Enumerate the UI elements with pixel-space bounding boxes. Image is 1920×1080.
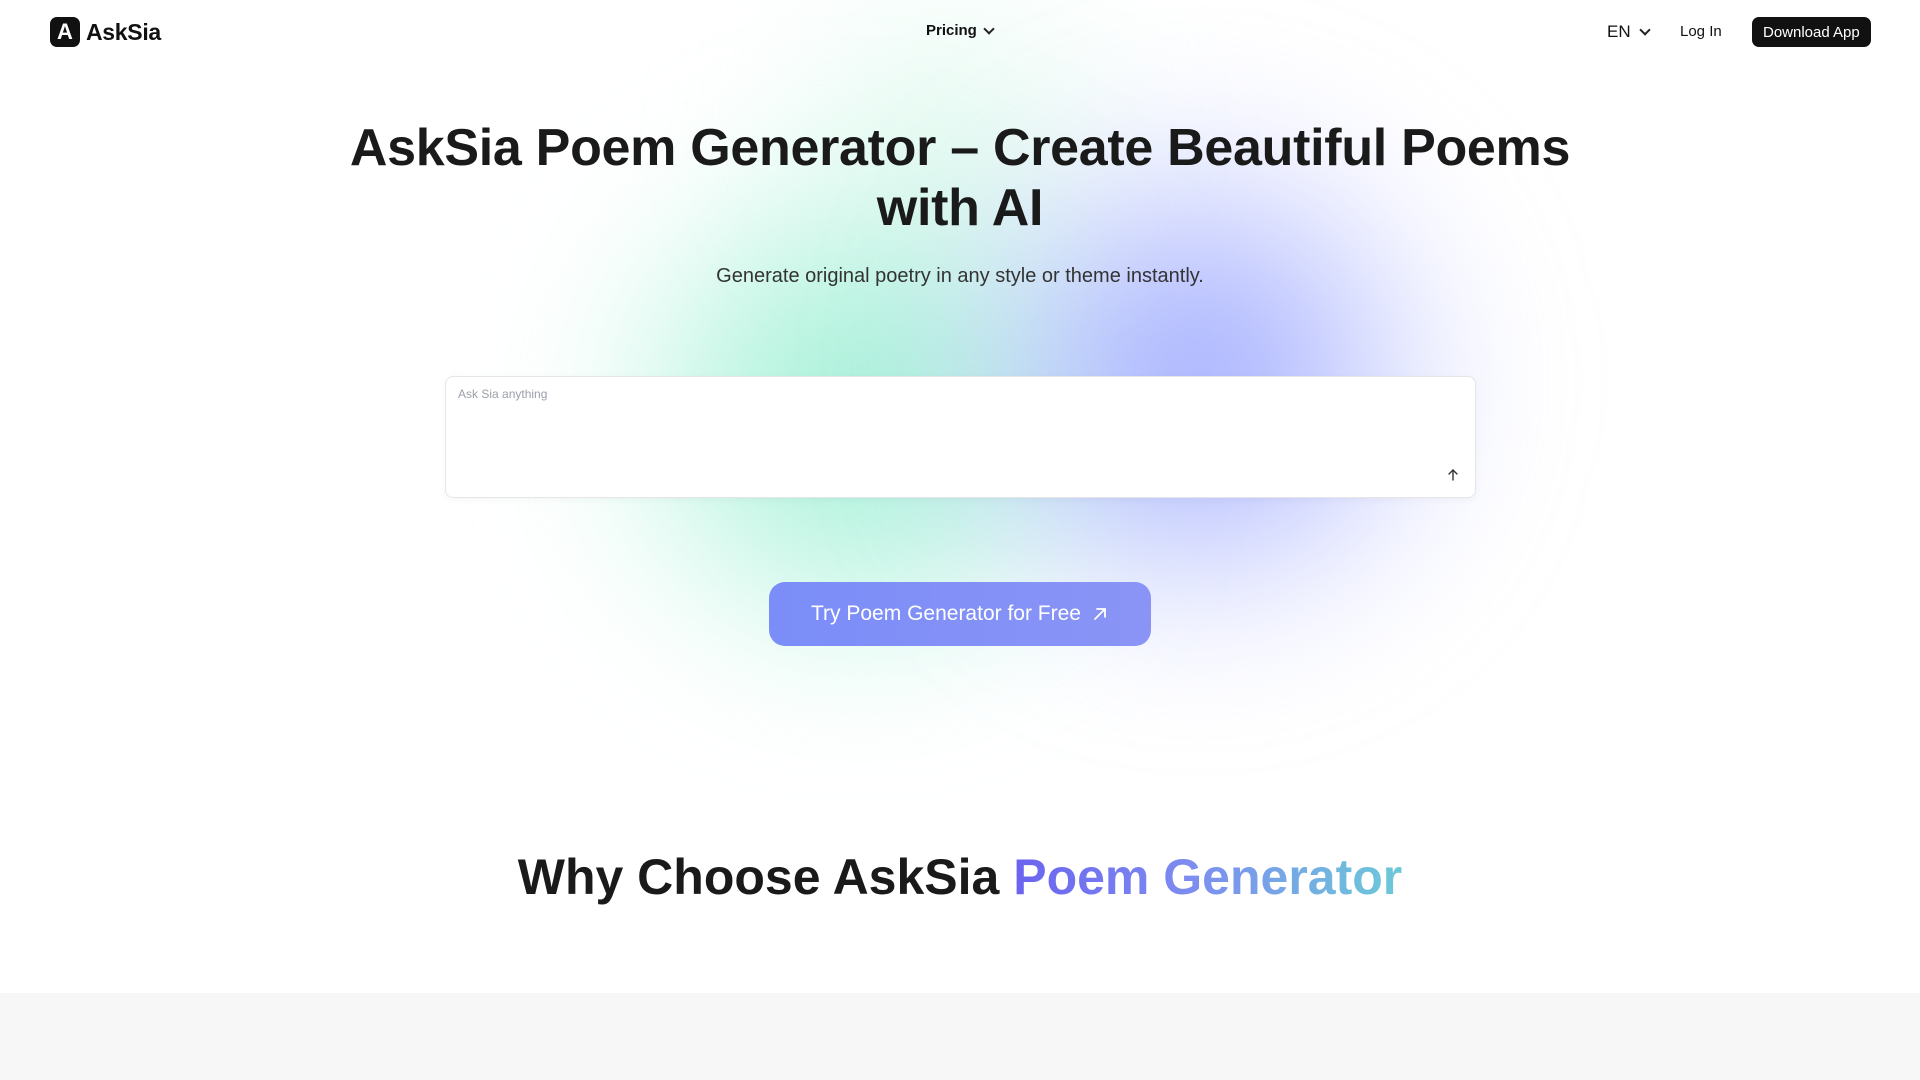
why-choose-heading: Why Choose AskSia Poem Generator: [0, 848, 1920, 906]
arrow-up-icon[interactable]: [1445, 467, 1461, 483]
try-poem-generator-button[interactable]: Try Poem Generator for Free: [769, 582, 1151, 646]
nav-pricing[interactable]: Pricing: [926, 22, 995, 39]
chevron-down-icon: [1638, 24, 1651, 36]
next-section-band: [0, 993, 1920, 1080]
logo-text: AskSia: [86, 18, 161, 45]
page-subtitle: Generate original poetry in any style or…: [716, 265, 1204, 287]
page-title: AskSia Poem Generator – Create Beautiful…: [349, 119, 1571, 237]
arrow-up-right-icon: [1094, 608, 1106, 620]
chevron-down-icon: [983, 22, 995, 35]
login-link[interactable]: Log In: [1680, 23, 1722, 40]
why-heading-accent: Poem Generator: [1013, 849, 1403, 905]
top-nav: A AskSia Pricing EN Log In Download App: [0, 0, 1920, 64]
cta-label: Try Poem Generator for Free: [811, 602, 1081, 625]
ask-box: [445, 376, 1476, 498]
logo[interactable]: A AskSia: [50, 17, 161, 47]
ask-input[interactable]: [458, 387, 1438, 457]
language-selector[interactable]: EN: [1607, 22, 1651, 42]
download-app-button[interactable]: Download App: [1752, 17, 1871, 47]
language-label: EN: [1607, 22, 1631, 41]
nav-pricing-label: Pricing: [926, 22, 977, 39]
logo-mark-icon: A: [50, 17, 80, 47]
why-heading-prefix: Why Choose AskSia: [517, 849, 1014, 905]
